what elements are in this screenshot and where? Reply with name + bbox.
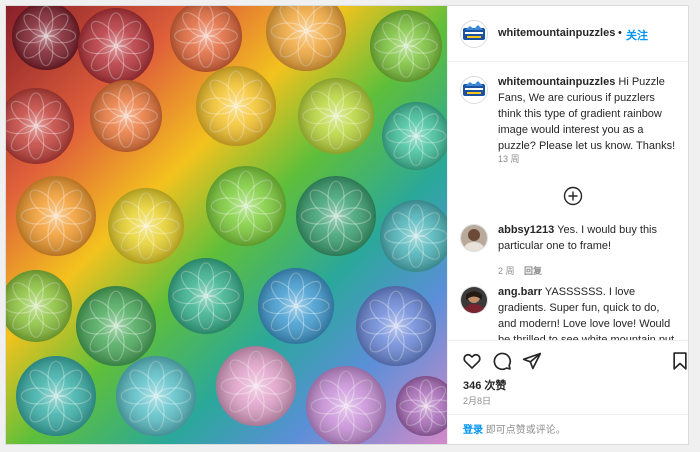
post-sidebar: whitemountainpuzzles • 关注 whitemountainp… bbox=[447, 6, 688, 444]
caption-age: 13 周 bbox=[498, 154, 520, 164]
rosette-shading bbox=[90, 80, 162, 152]
account-avatar[interactable] bbox=[460, 20, 488, 48]
comment-icon bbox=[493, 352, 512, 371]
save-icon bbox=[673, 352, 687, 370]
comment-avatar[interactable] bbox=[460, 224, 488, 252]
profile-photo bbox=[461, 287, 487, 313]
comment-age: 2 周 bbox=[498, 266, 515, 276]
rosette-shading bbox=[370, 10, 442, 82]
like-icon bbox=[463, 353, 481, 369]
share-button[interactable] bbox=[522, 351, 542, 371]
rosette-shading bbox=[382, 102, 447, 170]
post-header: whitemountainpuzzles • 关注 bbox=[448, 6, 688, 62]
like-count[interactable]: 346 次赞 bbox=[463, 377, 506, 393]
login-link[interactable]: 登录 bbox=[463, 425, 483, 436]
caption-username[interactable]: whitemountainpuzzles bbox=[498, 76, 615, 88]
like-button[interactable] bbox=[462, 351, 482, 371]
rosette-shading bbox=[116, 356, 196, 436]
rosette-shading bbox=[296, 176, 376, 256]
post-date: 2月8日 bbox=[463, 396, 492, 406]
rosette-shading bbox=[168, 258, 244, 334]
login-prompt-text: 即可点赞或评论。 bbox=[483, 425, 566, 436]
comments-list: whitemountainpuzzles Hi Puzzle Fans, We … bbox=[448, 62, 688, 340]
comment-username[interactable]: abbsy1213 bbox=[498, 224, 554, 236]
follow-button[interactable]: 关注 bbox=[626, 27, 648, 43]
load-more-comments-button[interactable] bbox=[563, 186, 583, 206]
rosette-shading bbox=[16, 176, 96, 256]
rosette-shading bbox=[258, 268, 334, 344]
rosette-shading bbox=[76, 286, 156, 366]
caption-body: whitemountainpuzzles Hi Puzzle Fans, We … bbox=[498, 74, 678, 154]
comment-body: abbsy1213 Yes. I would buy this particul… bbox=[498, 222, 678, 254]
save-button[interactable] bbox=[670, 351, 688, 371]
login-prompt: 登录 即可点赞或评论。 bbox=[463, 423, 566, 439]
follow-separator: • bbox=[618, 27, 622, 39]
rosette-shading bbox=[356, 286, 436, 366]
comment-avatar[interactable] bbox=[460, 286, 488, 314]
load-more-icon bbox=[563, 186, 583, 206]
caption-avatar[interactable] bbox=[460, 76, 488, 104]
rosette-shading bbox=[108, 188, 184, 264]
rosette-shading bbox=[206, 166, 286, 246]
rosette-shading bbox=[78, 8, 154, 84]
rosette-shading bbox=[16, 356, 96, 436]
comment-username[interactable]: ang.barr bbox=[498, 286, 542, 298]
rosette-shading bbox=[196, 66, 276, 146]
reply-button[interactable]: 回复 bbox=[524, 264, 542, 277]
comment-button[interactable] bbox=[492, 351, 512, 371]
post-actions: 346 次赞 2月8日 登录 即可点赞或评论。 bbox=[448, 340, 688, 444]
post-author-username[interactable]: whitemountainpuzzles bbox=[498, 27, 615, 39]
comment-body: ang.barr YASSSSSS. I love gradients. Sup… bbox=[498, 284, 678, 340]
post-photo[interactable] bbox=[6, 6, 447, 444]
brand-logo bbox=[463, 25, 485, 40]
instagram-post-modal: whitemountainpuzzles • 关注 whitemountainp… bbox=[5, 5, 689, 445]
profile-photo bbox=[461, 225, 487, 251]
rosette-shading bbox=[216, 346, 296, 426]
rosette-shading bbox=[306, 366, 386, 444]
rosette-shading bbox=[298, 78, 374, 154]
brand-logo bbox=[463, 81, 485, 96]
actions-divider bbox=[448, 414, 688, 415]
share-icon bbox=[522, 352, 542, 370]
succulent-rainbow-image bbox=[6, 6, 447, 444]
